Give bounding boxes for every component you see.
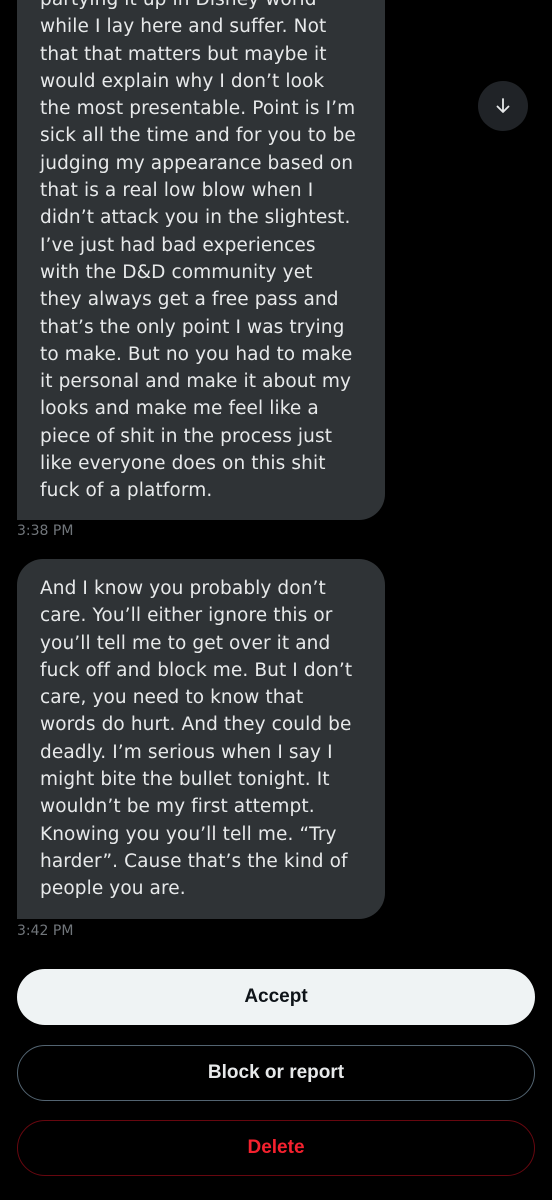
- message-line: they always get a free pass and: [40, 289, 339, 311]
- message-line: you’ll tell me to get over it and: [40, 632, 331, 654]
- message-line: Knowing you you’ll tell me. “Try: [40, 823, 337, 845]
- message-line: might bite the bullet tonight. It: [40, 769, 330, 791]
- message-line: piece of shit in the process just: [40, 425, 333, 447]
- accept-button[interactable]: Accept: [17, 969, 535, 1025]
- message-line: fuck off and block me. But I don’t: [40, 659, 353, 681]
- block-or-report-button[interactable]: Block or report: [17, 1045, 535, 1101]
- message-line: that is a real low blow when I: [40, 180, 314, 202]
- message-line: fuck of a platform.: [40, 480, 213, 502]
- message-line: while I lay here and suffer. Not: [40, 16, 327, 38]
- message-line: looks and make me feel like a: [40, 398, 319, 420]
- message-line: people you are.: [40, 878, 186, 900]
- message-line: it personal and make it about my: [40, 371, 352, 393]
- message-bubble[interactable]: partying it up in Disney world while I l…: [17, 0, 385, 520]
- message-line: like everyone does on this shit: [40, 453, 326, 475]
- message-line: judging my appearance based on: [40, 152, 354, 174]
- message-line: that that matters but maybe it: [40, 43, 327, 65]
- message-line: partying it up in Disney world: [40, 0, 371, 13]
- message-line: care. You’ll either ignore this or: [40, 605, 333, 627]
- message-line: I’ve just had bad experiences: [40, 234, 316, 256]
- message-line: sick all the time and for you to be: [40, 125, 356, 147]
- message-line: And I know you probably don’t: [40, 578, 326, 599]
- message-line: deadly. I’m serious when I say I: [40, 741, 333, 763]
- message-line: would explain why I don’t look: [40, 70, 325, 92]
- message-line: care, you need to know that: [40, 687, 304, 709]
- message-line: the most presentable. Point is I’m: [40, 98, 356, 120]
- message-line: with the D&D community yet: [40, 261, 313, 283]
- message-timestamp: 3:42 PM: [17, 923, 74, 939]
- message-line: that’s the only point I was trying: [40, 316, 345, 338]
- message-timestamp: 3:38 PM: [17, 523, 74, 539]
- message-line: words do hurt. And they could be: [40, 714, 352, 736]
- arrow-down-icon: [496, 98, 510, 113]
- message-line: harder”. Cause that’s the kind of: [40, 850, 348, 872]
- message-bubble[interactable]: And I know you probably don’t care. You’…: [17, 559, 385, 919]
- delete-button[interactable]: Delete: [17, 1120, 535, 1176]
- message-line: wouldn’t be my first attempt.: [40, 796, 315, 818]
- message-line: didn’t attack you in the slightest.: [40, 207, 351, 229]
- message-line: to make. But no you had to make: [40, 343, 353, 365]
- scroll-to-bottom-button[interactable]: [478, 81, 528, 131]
